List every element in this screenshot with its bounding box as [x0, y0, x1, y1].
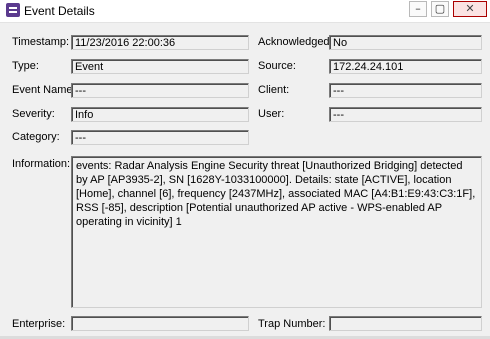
event-name-label: Event Name:	[12, 84, 76, 96]
information-label: Information:	[12, 158, 71, 170]
title-bar[interactable]: Event Details – ▢ ✕	[0, 0, 490, 23]
close-button[interactable]: ✕	[453, 1, 487, 17]
maximize-button[interactable]: ▢	[431, 1, 449, 17]
type-field[interactable]: Event	[71, 59, 249, 74]
information-textarea[interactable]: events: Radar Analysis Engine Security t…	[71, 156, 482, 308]
severity-label: Severity:	[12, 108, 55, 120]
client-field[interactable]: ---	[329, 83, 482, 98]
event-app-icon	[6, 3, 20, 17]
trap-number-label: Trap Number:	[258, 318, 326, 330]
type-label: Type:	[12, 60, 39, 72]
window-title: Event Details	[24, 4, 95, 18]
client-label: Client:	[258, 84, 290, 96]
source-field[interactable]: 172.24.24.101	[329, 59, 482, 74]
category-label: Category:	[12, 131, 60, 143]
timestamp-label: Timestamp:	[12, 36, 70, 48]
user-field[interactable]: ---	[329, 107, 482, 122]
category-field[interactable]: ---	[71, 130, 249, 145]
enterprise-field[interactable]	[71, 316, 249, 331]
minimize-button[interactable]: –	[409, 1, 427, 17]
enterprise-label: Enterprise:	[12, 318, 66, 330]
timestamp-field[interactable]: 11/23/2016 22:00:36	[71, 35, 249, 50]
acknowledged-field[interactable]: No	[329, 35, 482, 50]
source-label: Source:	[258, 60, 296, 72]
event-name-field[interactable]: ---	[71, 83, 249, 98]
severity-field[interactable]: Info	[71, 107, 249, 122]
acknowledged-label: Acknowledged:	[258, 36, 333, 48]
trap-number-field[interactable]	[329, 316, 482, 331]
user-label: User:	[258, 108, 285, 120]
